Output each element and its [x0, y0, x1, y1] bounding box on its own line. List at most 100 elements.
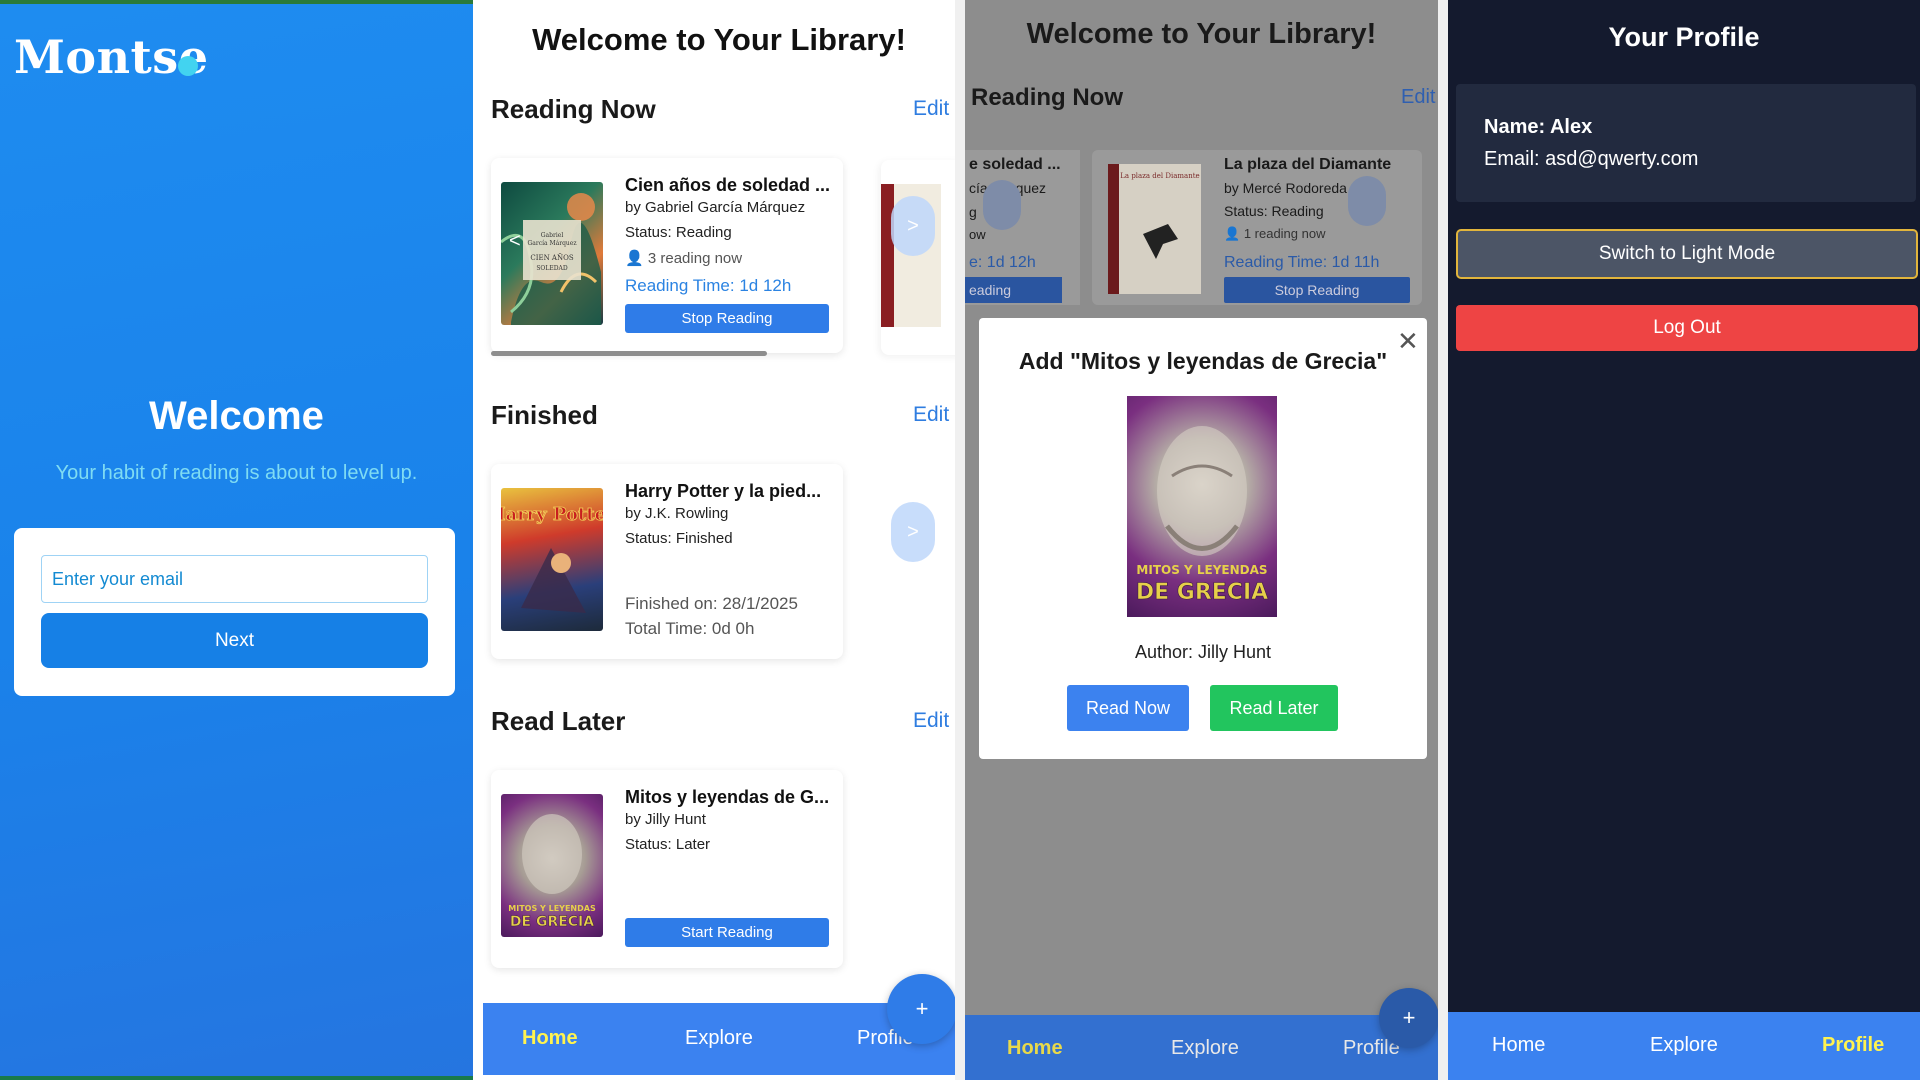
- next-arrow-button[interactable]: [1348, 176, 1386, 226]
- svg-text:DE GRECIA: DE GRECIA: [510, 914, 594, 930]
- page-title: Welcome to Your Library!: [532, 22, 906, 57]
- stop-reading-button[interactable]: Stop Reading: [625, 304, 829, 333]
- book-cover-image: MITOS Y LEYENDAS DE GRECIA: [501, 794, 603, 937]
- edit-finished-link[interactable]: Edit: [913, 403, 949, 427]
- email-input[interactable]: [41, 555, 428, 603]
- book-card-finished[interactable]: Harry Potter Harry Potter y la pied... b…: [491, 464, 843, 659]
- book-title: La plaza del Diamante: [1224, 156, 1392, 173]
- book-card-reading[interactable]: La plaza del Diamante La plaza del Diama…: [1092, 150, 1422, 305]
- cover-art: Harry Potter: [501, 504, 603, 613]
- next-arrow-button[interactable]: >: [891, 196, 935, 256]
- book-cover-image: Harry Potter: [501, 488, 603, 631]
- cover-title-text: La plaza del Diamante: [1120, 172, 1199, 180]
- readers-count: ow: [969, 227, 986, 242]
- add-book-modal-screen: Welcome to Your Library! Reading Now Edi…: [965, 0, 1438, 1080]
- separator: [1438, 0, 1448, 1080]
- cover-title-text: MITOS Y LEYENDAS: [508, 904, 596, 913]
- book-title: Harry Potter y la pied...: [625, 481, 822, 501]
- book-card-peek[interactable]: e soledad ... cía Márquez g ow e: 1d 12h…: [965, 150, 1080, 305]
- prev-arrow-button[interactable]: [983, 180, 1021, 230]
- book-status: Status: Reading: [1224, 203, 1324, 219]
- read-now-button[interactable]: Read Now: [1067, 685, 1189, 731]
- add-book-fab[interactable]: +: [887, 974, 957, 1044]
- welcome-subtitle: Your habit of reading is about to level …: [55, 462, 418, 484]
- section-title-reading-now: Reading Now: [491, 94, 656, 124]
- add-book-modal: ✕ Add "Mitos y leyendas de Grecia" MITOS…: [979, 318, 1427, 759]
- welcome-title: Welcome: [149, 394, 324, 438]
- book-title: Cien años de soledad ...: [625, 175, 831, 195]
- app-logo: Montse: [14, 30, 209, 84]
- nav-explore[interactable]: Explore: [1171, 1037, 1239, 1060]
- logout-button[interactable]: Log Out: [1456, 305, 1918, 351]
- modal-author: Author: Jilly Hunt: [1134, 642, 1272, 662]
- svg-text:SOLEDAD: SOLEDAD: [536, 265, 568, 272]
- svg-text:Gabriel: Gabriel: [541, 232, 564, 239]
- prev-arrow-icon[interactable]: <: [509, 230, 521, 253]
- book-title: e soledad ...: [969, 156, 1061, 173]
- readers-count-text: 3 reading now: [647, 250, 743, 267]
- person-icon: 👤: [1224, 226, 1241, 241]
- nav-home[interactable]: Home: [1492, 1034, 1545, 1057]
- section-title-reading-now: Reading Now: [971, 84, 1124, 111]
- start-reading-button[interactable]: Start Reading: [625, 918, 829, 947]
- next-button[interactable]: Next: [41, 613, 428, 668]
- readers-count: 👤 1 reading now: [1224, 226, 1325, 242]
- book-author: by Jilly Hunt: [625, 811, 706, 828]
- nav-home[interactable]: Home: [522, 1027, 578, 1050]
- edit-read-later-link[interactable]: Edit: [913, 709, 949, 733]
- profile-card: Name: Alex Email: asd@qwerty.com: [1456, 84, 1916, 202]
- cover-art: Gabriel García Márquez CIEN AÑOS SOLEDAD: [501, 193, 601, 325]
- cover-title-text: Harry Potter: [501, 504, 603, 525]
- bottom-nav: Home Explore Profile: [965, 1015, 1438, 1080]
- book-cover-image: La plaza del Diamante: [1108, 164, 1201, 294]
- book-card-reading[interactable]: Gabriel García Márquez CIEN AÑOS SOLEDAD…: [491, 158, 843, 353]
- nav-explore[interactable]: Explore: [685, 1027, 753, 1050]
- stop-reading-button[interactable]: Stop Reading: [1224, 277, 1410, 303]
- stop-reading-button[interactable]: eading: [965, 277, 1062, 303]
- reading-time: Reading Time: 1d 11h: [1224, 254, 1380, 271]
- separator: [955, 0, 965, 1080]
- section-title-finished: Finished: [491, 400, 598, 430]
- next-arrow-button[interactable]: >: [891, 502, 935, 562]
- profile-email: Email: asd@qwerty.com: [1484, 148, 1699, 170]
- book-status: Status: Finished: [625, 530, 733, 547]
- svg-text:CIEN AÑOS: CIEN AÑOS: [530, 253, 574, 262]
- edit-link[interactable]: Edit: [1401, 86, 1435, 109]
- add-book-fab[interactable]: +: [1379, 988, 1438, 1048]
- cover-art: MITOS Y LEYENDAS DE GRECIA: [1136, 426, 1268, 605]
- cover-art: La plaza del Diamante: [1120, 172, 1200, 259]
- reading-time: Reading Time: 1d 12h: [625, 276, 792, 295]
- cover-art: MITOS Y LEYENDAS DE GRECIA: [508, 814, 596, 930]
- book-card-read-later[interactable]: MITOS Y LEYENDAS DE GRECIA Mitos y leyen…: [491, 770, 843, 968]
- book-author: by Gabriel García Márquez: [625, 199, 806, 216]
- page-title: Welcome to Your Library!: [1026, 18, 1377, 50]
- nav-explore[interactable]: Explore: [1650, 1034, 1718, 1057]
- profile-screen: Your Profile Name: Alex Email: asd@qwert…: [1448, 0, 1920, 1080]
- book-status: Status: Later: [625, 836, 711, 853]
- profile-name: Name: Alex: [1484, 116, 1593, 138]
- total-time: Total Time: 0d 0h: [625, 619, 755, 638]
- theme-toggle-button[interactable]: Switch to Light Mode: [1456, 229, 1918, 279]
- book-status: Status: Reading: [625, 224, 732, 241]
- nav-profile[interactable]: Profile: [1822, 1034, 1884, 1057]
- reading-time: e: 1d 12h: [969, 254, 1036, 271]
- book-status: g: [969, 204, 977, 220]
- library-screen: Welcome to Your Library! Reading Now Edi…: [473, 0, 965, 1080]
- edit-reading-now-link[interactable]: Edit: [913, 97, 949, 121]
- person-icon: 👤: [625, 250, 644, 267]
- logo-dot: [178, 56, 198, 76]
- book-title: Mitos y leyendas de G...: [625, 787, 830, 807]
- welcome-screen: Montse Welcome Your habit of reading is …: [0, 0, 473, 1080]
- book-cover-image: Gabriel García Márquez CIEN AÑOS SOLEDAD: [501, 182, 603, 325]
- section-title-read-later: Read Later: [491, 706, 626, 736]
- nav-home[interactable]: Home: [1007, 1037, 1063, 1060]
- readers-count-text: 1 reading now: [1243, 226, 1326, 241]
- finished-on-date: Finished on: 28/1/2025: [625, 594, 798, 613]
- horizontal-scrollbar[interactable]: [491, 351, 767, 356]
- svg-text:García Márquez: García Márquez: [527, 240, 576, 247]
- next-book-card-peek[interactable]: [881, 160, 965, 355]
- read-later-button[interactable]: Read Later: [1210, 685, 1338, 731]
- cover-title-text: MITOS Y LEYENDAS: [1136, 563, 1267, 577]
- page-title: Your Profile: [1608, 22, 1760, 52]
- book-author: by Mercé Rodoreda: [1224, 180, 1347, 196]
